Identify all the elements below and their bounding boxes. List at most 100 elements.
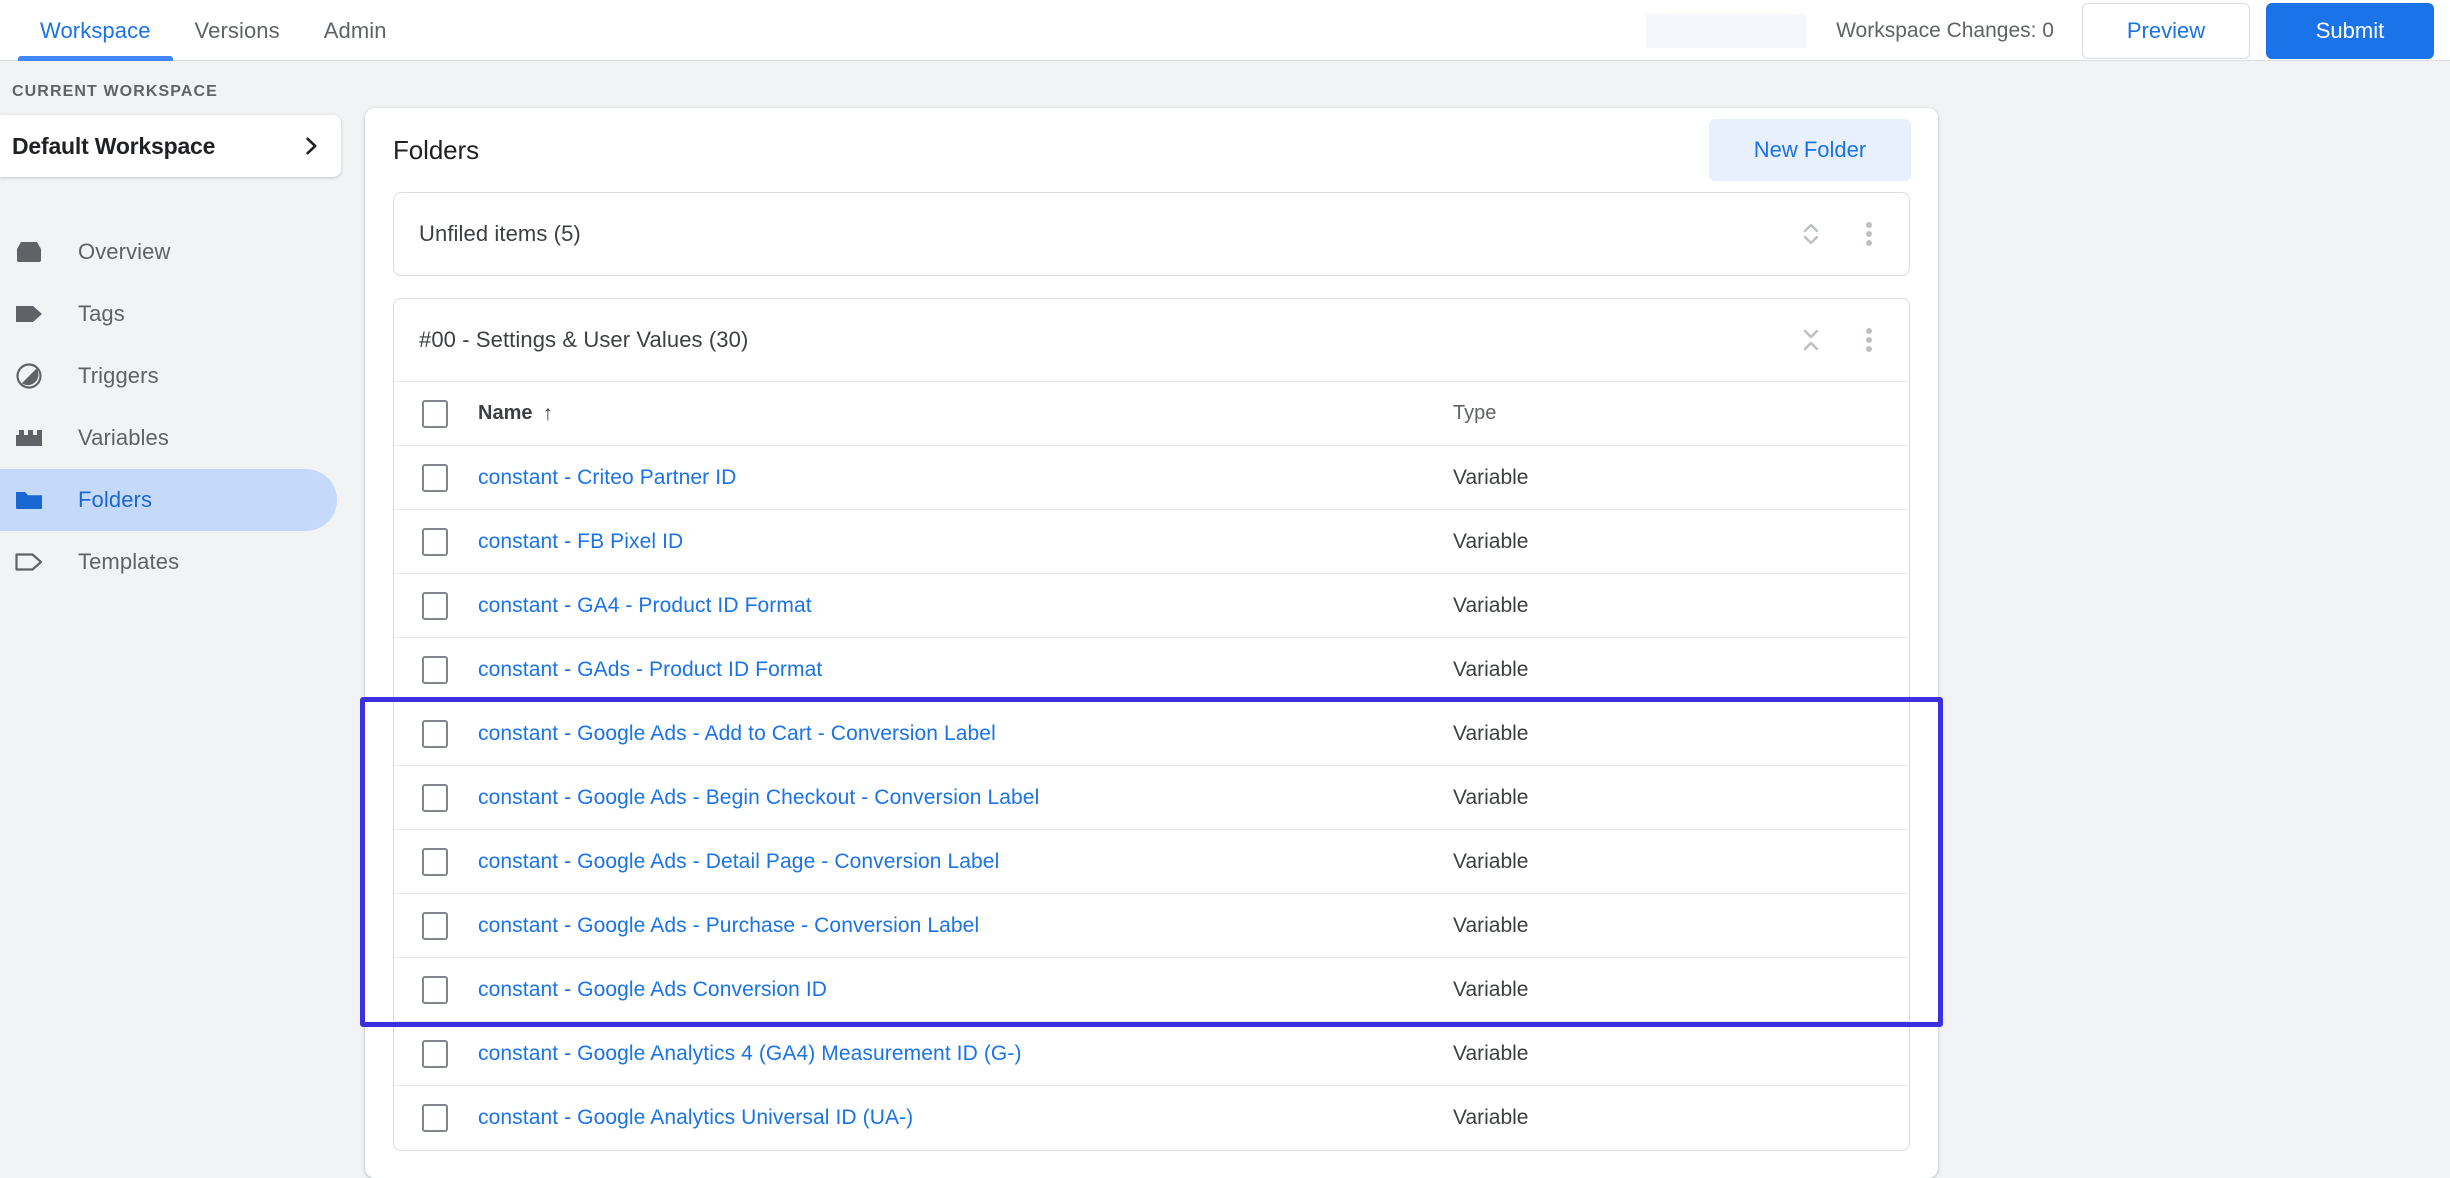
tab-admin-label: Admin bbox=[323, 17, 387, 43]
row-name-cell: constant - Google Analytics 4 (GA4) Meas… bbox=[478, 1021, 1453, 1086]
row-checkbox[interactable] bbox=[422, 591, 448, 620]
row-select-cell bbox=[394, 765, 478, 830]
sidebar-item-templates[interactable]: Templates bbox=[0, 531, 337, 593]
row-type-cell: Variable bbox=[1453, 637, 1909, 702]
variable-link[interactable]: constant - Google Ads Conversion ID bbox=[478, 978, 827, 1001]
workspace-selector[interactable]: Default Workspace bbox=[0, 115, 341, 177]
table-row: constant - Google Analytics 4 (GA4) Meas… bbox=[394, 1021, 1909, 1086]
select-all-cell bbox=[394, 381, 478, 446]
variable-link[interactable]: constant - Google Ads - Purchase - Conve… bbox=[478, 914, 979, 937]
row-type-cell: Variable bbox=[1453, 445, 1909, 510]
sort-ascending-icon: ↑ bbox=[542, 402, 553, 425]
variable-link[interactable]: constant - Google Ads - Detail Page - Co… bbox=[478, 850, 999, 873]
row-select-cell bbox=[394, 957, 478, 1022]
row-select-cell bbox=[394, 445, 478, 510]
tab-workspace[interactable]: Workspace bbox=[18, 0, 173, 61]
tab-versions-label: Versions bbox=[194, 17, 280, 43]
submit-button[interactable]: Submit bbox=[2266, 2, 2434, 59]
row-type-cell: Variable bbox=[1453, 701, 1909, 766]
current-workspace-label: CURRENT WORKSPACE bbox=[12, 83, 218, 100]
folder-settings-user-values: #00 - Settings & User Values (30) Name ↑… bbox=[393, 298, 1910, 1151]
row-checkbox[interactable] bbox=[422, 1039, 448, 1068]
folder-settings-user-values-header[interactable]: #00 - Settings & User Values (30) bbox=[394, 299, 1909, 381]
row-name-cell: constant - Google Analytics Universal ID… bbox=[478, 1085, 1453, 1150]
row-select-cell bbox=[394, 1021, 478, 1086]
variable-icon bbox=[12, 422, 46, 454]
row-name-cell: constant - GAds - Product ID Format bbox=[478, 637, 1453, 702]
table-row: constant - Google Ads - Detail Page - Co… bbox=[394, 829, 1909, 894]
row-name-cell: constant - Google Ads Conversion ID bbox=[478, 957, 1453, 1022]
folder-unfiled-items-actions bbox=[1791, 214, 1889, 254]
folder-icon bbox=[12, 484, 46, 516]
overview-icon bbox=[12, 236, 46, 268]
sidebar-nav: Overview Tags Triggers Variables Folders… bbox=[0, 221, 365, 593]
column-header-name-label: Name bbox=[478, 402, 533, 424]
row-name-cell: constant - Google Ads - Begin Checkout -… bbox=[478, 765, 1453, 830]
column-header-type[interactable]: Type bbox=[1453, 381, 1909, 446]
row-name-cell: constant - Google Ads - Purchase - Conve… bbox=[478, 893, 1453, 958]
row-checkbox[interactable] bbox=[422, 783, 448, 812]
table-row: constant - FB Pixel ID Variable bbox=[394, 509, 1909, 574]
row-type-cell: Variable bbox=[1453, 829, 1909, 894]
template-icon bbox=[12, 546, 46, 578]
row-type-cell: Variable bbox=[1453, 573, 1909, 638]
sidebar-item-tags-label: Tags bbox=[78, 301, 125, 326]
folder-unfiled-items-name: Unfiled items (5) bbox=[419, 221, 581, 246]
variable-link[interactable]: constant - Criteo Partner ID bbox=[478, 466, 736, 489]
table-row: constant - GA4 - Product ID Format Variab… bbox=[394, 573, 1909, 638]
folder-unfiled-items-header[interactable]: Unfiled items (5) bbox=[394, 193, 1909, 275]
select-all-checkbox[interactable] bbox=[422, 399, 448, 428]
row-select-cell bbox=[394, 637, 478, 702]
variable-link[interactable]: constant - Google Ads - Begin Checkout -… bbox=[478, 786, 1039, 809]
new-folder-button[interactable]: New Folder bbox=[1709, 119, 1911, 181]
more-vert-icon[interactable] bbox=[1849, 320, 1889, 360]
top-bar-actions: Workspace Changes: 0 Preview Submit bbox=[1646, 0, 2450, 61]
row-checkbox[interactable] bbox=[422, 655, 448, 684]
sidebar-item-triggers-label: Triggers bbox=[78, 363, 159, 388]
table-row: constant - Google Ads Conversion ID Varia… bbox=[394, 957, 1909, 1022]
variable-link[interactable]: constant - Google Ads - Add to Cart - Co… bbox=[478, 722, 996, 745]
column-header-type-label: Type bbox=[1453, 402, 1497, 424]
row-checkbox[interactable] bbox=[422, 911, 448, 940]
page-title: Folders bbox=[393, 134, 479, 165]
row-type-cell: Variable bbox=[1453, 1021, 1909, 1086]
sidebar-item-folders[interactable]: Folders bbox=[0, 469, 337, 531]
row-select-cell bbox=[394, 1085, 478, 1150]
sidebar-item-overview[interactable]: Overview bbox=[0, 221, 337, 283]
sidebar-item-variables-label: Variables bbox=[78, 425, 169, 450]
preview-button[interactable]: Preview bbox=[2082, 2, 2250, 59]
primary-tabs: Workspace Versions Admin bbox=[0, 0, 409, 61]
row-checkbox[interactable] bbox=[422, 463, 448, 492]
row-select-cell bbox=[394, 701, 478, 766]
sidebar-item-variables[interactable]: Variables bbox=[0, 407, 337, 469]
column-header-name[interactable]: Name ↑ bbox=[478, 381, 1453, 446]
tab-admin[interactable]: Admin bbox=[302, 0, 409, 61]
sidebar-item-triggers[interactable]: Triggers bbox=[0, 345, 337, 407]
row-checkbox[interactable] bbox=[422, 847, 448, 876]
row-checkbox[interactable] bbox=[422, 975, 448, 1004]
sidebar-item-folders-label: Folders bbox=[78, 487, 153, 512]
variable-link[interactable]: constant - GA4 - Product ID Format bbox=[478, 594, 812, 617]
row-checkbox[interactable] bbox=[422, 1103, 448, 1132]
new-folder-button-label: New Folder bbox=[1753, 137, 1867, 162]
more-vert-icon[interactable] bbox=[1849, 214, 1889, 254]
tab-versions[interactable]: Versions bbox=[173, 0, 302, 61]
table-header-row: Name ↑ Type bbox=[394, 381, 1909, 446]
variable-link[interactable]: constant - GAds - Product ID Format bbox=[478, 658, 822, 681]
sidebar: CURRENT WORKSPACE Default Workspace Over… bbox=[0, 61, 365, 1156]
row-type-cell: Variable bbox=[1453, 957, 1909, 1022]
variable-link[interactable]: constant - Google Analytics Universal ID… bbox=[478, 1106, 913, 1129]
unfold-icon[interactable] bbox=[1791, 214, 1831, 254]
table-row: constant - Google Ads - Add to Cart - Co… bbox=[394, 701, 1909, 766]
variable-link[interactable]: constant - FB Pixel ID bbox=[478, 530, 683, 553]
variable-link[interactable]: constant - Google Analytics 4 (GA4) Meas… bbox=[478, 1042, 1022, 1065]
folder-unfiled-items: Unfiled items (5) bbox=[393, 192, 1910, 276]
fold-icon[interactable] bbox=[1791, 320, 1831, 360]
row-checkbox[interactable] bbox=[422, 527, 448, 556]
row-checkbox[interactable] bbox=[422, 719, 448, 748]
table-row: constant - Google Analytics Universal ID… bbox=[394, 1085, 1909, 1150]
top-bar: Workspace Versions Admin Workspace Chang… bbox=[0, 0, 2450, 61]
sidebar-item-templates-label: Templates bbox=[78, 549, 180, 574]
row-select-cell bbox=[394, 509, 478, 574]
sidebar-item-tags[interactable]: Tags bbox=[0, 283, 337, 345]
